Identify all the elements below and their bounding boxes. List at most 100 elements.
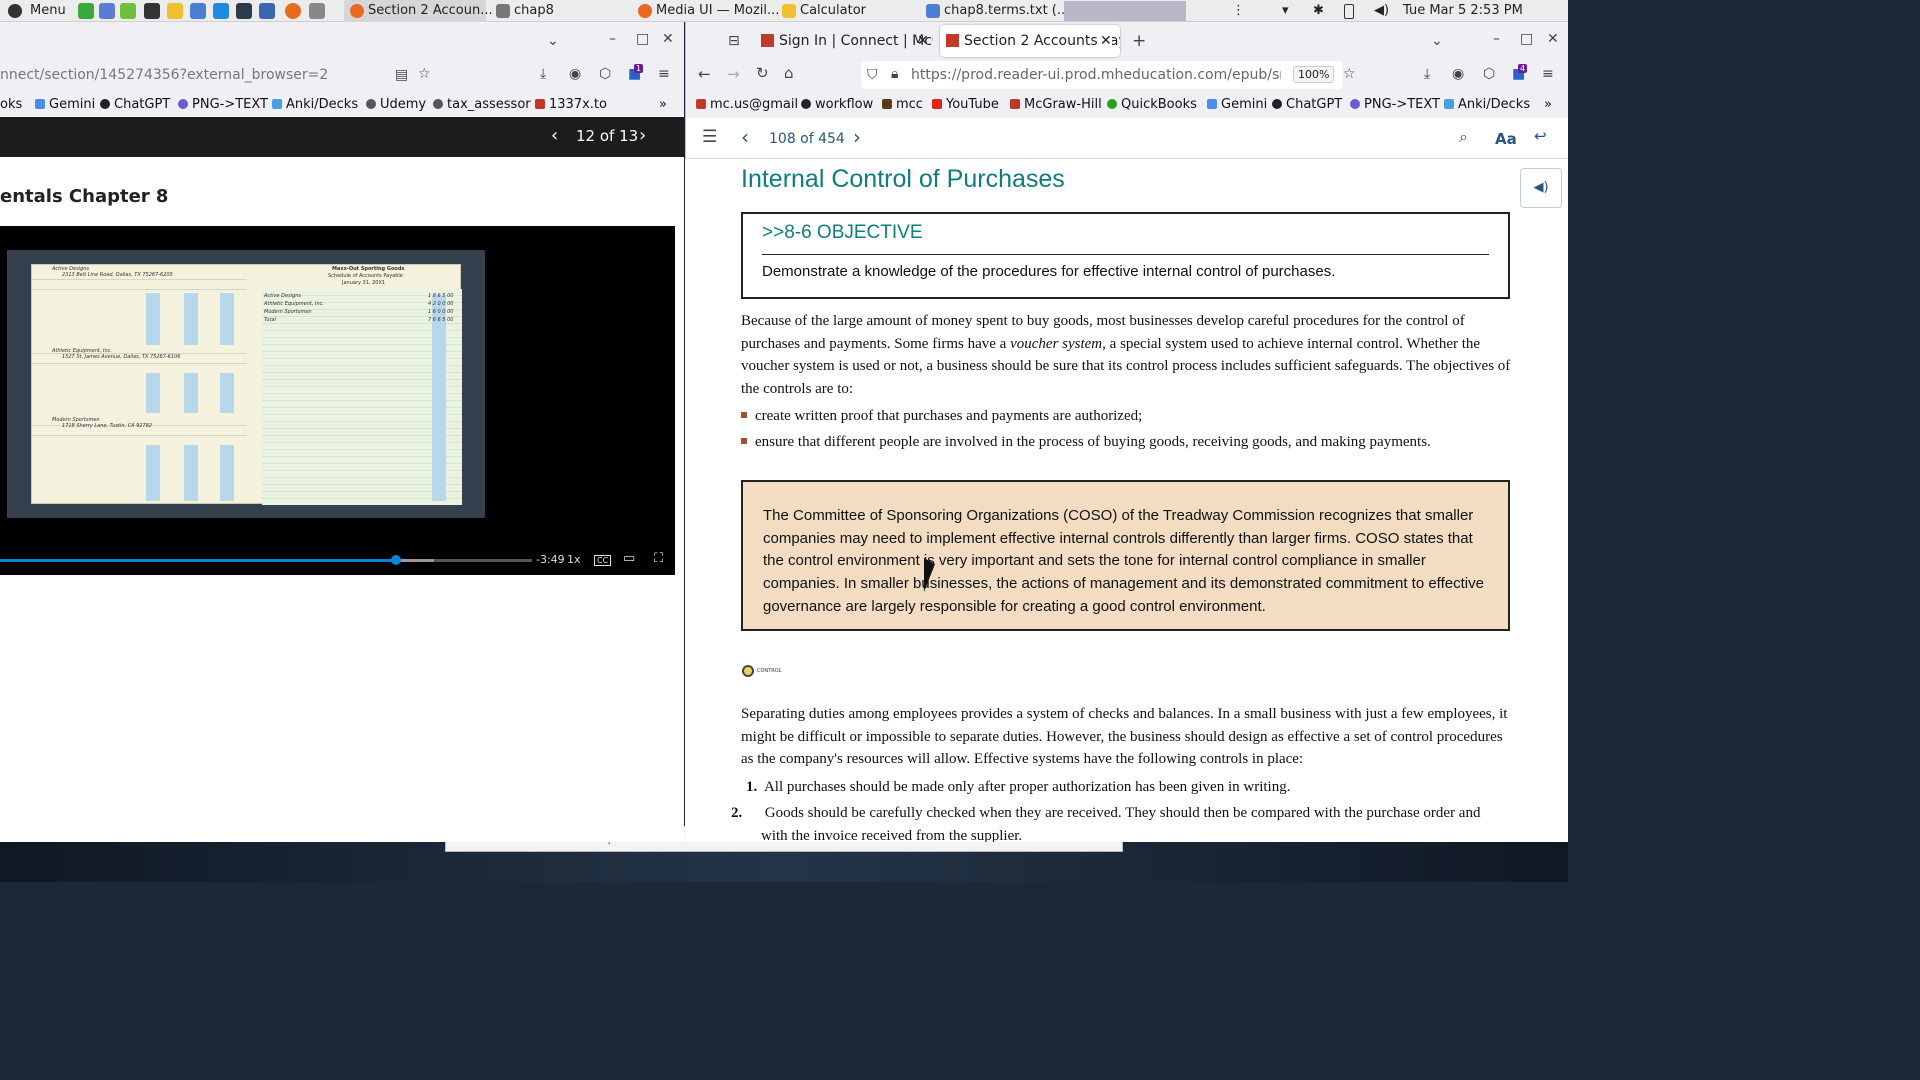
menu-icon[interactable] (8, 4, 22, 18)
files-icon[interactable] (309, 3, 325, 19)
url-bar[interactable]: ⛉ 🔒︎ https://prod.reader-ui.prod.mheduca… (861, 61, 1343, 89)
url-field[interactable]: nnect/section/145274356?external_browser… (0, 67, 328, 83)
bookmark-item[interactable]: ChatGPT (100, 96, 170, 114)
bookmark-item[interactable]: PNG->TEXT (178, 96, 268, 114)
workspace-switcher[interactable] (1064, 1, 1186, 21)
hamburger-menu-icon[interactable]: ≡ (1542, 67, 1554, 81)
tab-list-icon[interactable]: ⊟ (728, 34, 740, 48)
new-tab-icon[interactable]: + (1132, 33, 1146, 50)
bookmark-item[interactable]: ChatGPT (1272, 96, 1342, 114)
bookmark-item[interactable]: Gemini (35, 96, 95, 114)
launcher-icon-3[interactable] (120, 3, 136, 19)
hamburger-menu-icon[interactable]: ≡ (658, 67, 670, 81)
next-page-icon[interactable]: › (853, 127, 861, 147)
minimize-icon[interactable]: – (1493, 32, 1500, 46)
system-panel: Menu Section 2 Accoun... chap8 Media UI … (0, 0, 1568, 22)
search-icon[interactable]: ⌕ (1459, 129, 1468, 145)
calculator-icon[interactable] (167, 3, 183, 19)
maximize-icon[interactable]: □ (1520, 32, 1533, 46)
bookmark-item[interactable]: McGraw-Hill (1010, 96, 1102, 114)
seek-handle[interactable] (390, 555, 401, 565)
bookmark-item[interactable]: oks (0, 96, 22, 114)
menu-button[interactable]: Menu (30, 0, 66, 22)
bookmark-item[interactable]: mcc (882, 96, 923, 114)
speed-button[interactable]: 1x (567, 553, 581, 566)
bookmarks-overflow-icon[interactable]: » (1544, 96, 1552, 114)
bookmark-item[interactable]: 1337x.to (535, 96, 607, 114)
firefox-icon[interactable] (285, 3, 301, 19)
exit-reader-icon[interactable]: ↩ (1534, 129, 1547, 144)
bookmark-item[interactable]: Gemini (1207, 96, 1267, 114)
puzzle-icon[interactable]: ⬡ (1483, 67, 1495, 81)
extension-icon[interactable]: ◉ (569, 67, 581, 81)
extension-badge: 4 (1518, 64, 1528, 73)
next-page-icon[interactable]: › (639, 125, 646, 146)
forward-icon[interactable]: → (727, 67, 740, 82)
fullscreen-icon[interactable]: ⛶ (654, 551, 663, 566)
bookmark-item[interactable]: Anki/Decks (272, 96, 358, 114)
bookmark-item[interactable]: tax_assessor (433, 96, 531, 114)
download-icon[interactable]: ⤓ (540, 67, 546, 81)
more-icon[interactable]: ⋮ (1232, 0, 1245, 22)
right-bookmarks-bar: mc.us@gmail workflow mcc YouTube McGraw-… (686, 94, 1568, 116)
github-icon (801, 99, 811, 109)
editor-icon (926, 4, 940, 18)
toc-icon[interactable]: ☰ (702, 129, 717, 146)
minimize-icon[interactable]: – (609, 32, 616, 46)
terminal-icon[interactable] (144, 3, 160, 19)
video-player[interactable]: Active Designs 2313 Belt Line Road, Dall… (0, 226, 675, 575)
download-icon[interactable]: ⤓ (1424, 67, 1430, 81)
monitor-icon[interactable] (236, 3, 252, 19)
font-settings-button[interactable]: Aa (1495, 130, 1517, 148)
bookmark-star-icon[interactable]: ☆ (1343, 67, 1356, 81)
vscode-icon[interactable] (213, 3, 229, 19)
close-icon[interactable]: ✕ (1547, 32, 1559, 46)
task-chap8[interactable]: chap8 (490, 0, 628, 22)
zoom-level[interactable]: 100% (1293, 66, 1335, 83)
home-icon[interactable]: ⌂ (784, 66, 794, 81)
bookmark-item[interactable]: PNG->TEXT (1350, 96, 1440, 114)
task-media-ui[interactable]: Media UI — Mozil... (632, 0, 779, 22)
extension-icon[interactable]: ◉ (1452, 67, 1464, 81)
task-section2[interactable]: Section 2 Accoun... (344, 0, 493, 22)
reload-icon[interactable]: ↻ (756, 66, 769, 81)
clock[interactable]: Tue Mar 5 2:53 PM (1403, 0, 1523, 22)
tab-section2[interactable]: Section 2 Accounts Pay ✕ (940, 25, 1120, 57)
bookmark-item[interactable]: Anki/Decks (1444, 96, 1530, 114)
mcgraw-hill-icon (946, 34, 959, 47)
reader-view-icon[interactable]: ▤ (395, 68, 408, 82)
bookmark-item[interactable]: YouTube (932, 96, 999, 114)
bookmark-item[interactable]: workflow (801, 96, 873, 114)
chevron-down-icon[interactable]: ⌄ (1431, 34, 1443, 48)
back-icon[interactable]: ← (698, 67, 711, 82)
audio-icon[interactable]: ◀) (1520, 168, 1562, 208)
schedule-line: Total (264, 317, 276, 323)
seek-bar[interactable] (0, 555, 532, 565)
bookmark-item[interactable]: QuickBooks (1107, 96, 1197, 114)
task-calculator[interactable]: Calculator (776, 0, 918, 22)
prev-page-icon[interactable]: ‹ (551, 125, 558, 146)
quickbooks-icon (1107, 99, 1117, 109)
tab-close-icon[interactable]: ✕ (917, 33, 929, 49)
prev-page-icon[interactable]: ‹ (741, 127, 749, 147)
maximize-icon[interactable]: □ (636, 32, 649, 46)
url-field[interactable]: https://prod.reader-ui.prod.mheducation.… (911, 67, 1281, 83)
bookmarks-overflow-icon[interactable]: » (659, 96, 667, 114)
subtitles-icon[interactable]: ▭ (623, 551, 635, 566)
puzzle-icon[interactable]: ⬡ (599, 67, 611, 81)
bookmark-item[interactable]: Udemy (366, 96, 426, 114)
task-chap8-terms[interactable]: chap8.terms.txt (... (920, 0, 1069, 22)
bookmark-star-icon[interactable]: ☆ (418, 67, 431, 81)
reader-toolbar: ☰ ‹ 108 of 454 › ⌕ Aa ↩ (686, 119, 1568, 159)
close-icon[interactable]: ✕ (662, 32, 674, 46)
bookmark-item[interactable]: mc.us@gmail (696, 96, 798, 114)
launcher-icon-1[interactable] (78, 3, 94, 19)
launcher-icon-2[interactable] (99, 3, 115, 19)
account-address: 1718 Sherry Lane, Tustin, CA 92782 (62, 423, 153, 429)
editor-icon[interactable] (190, 3, 206, 19)
captions-icon[interactable]: CC (594, 555, 612, 566)
chevron-down-icon[interactable]: ⌄ (547, 34, 559, 48)
network-icon[interactable] (259, 3, 275, 19)
tab-close-icon[interactable]: ✕ (1100, 33, 1112, 49)
tab-connect[interactable]: Sign In | Connect | McG ✕ (757, 27, 933, 55)
